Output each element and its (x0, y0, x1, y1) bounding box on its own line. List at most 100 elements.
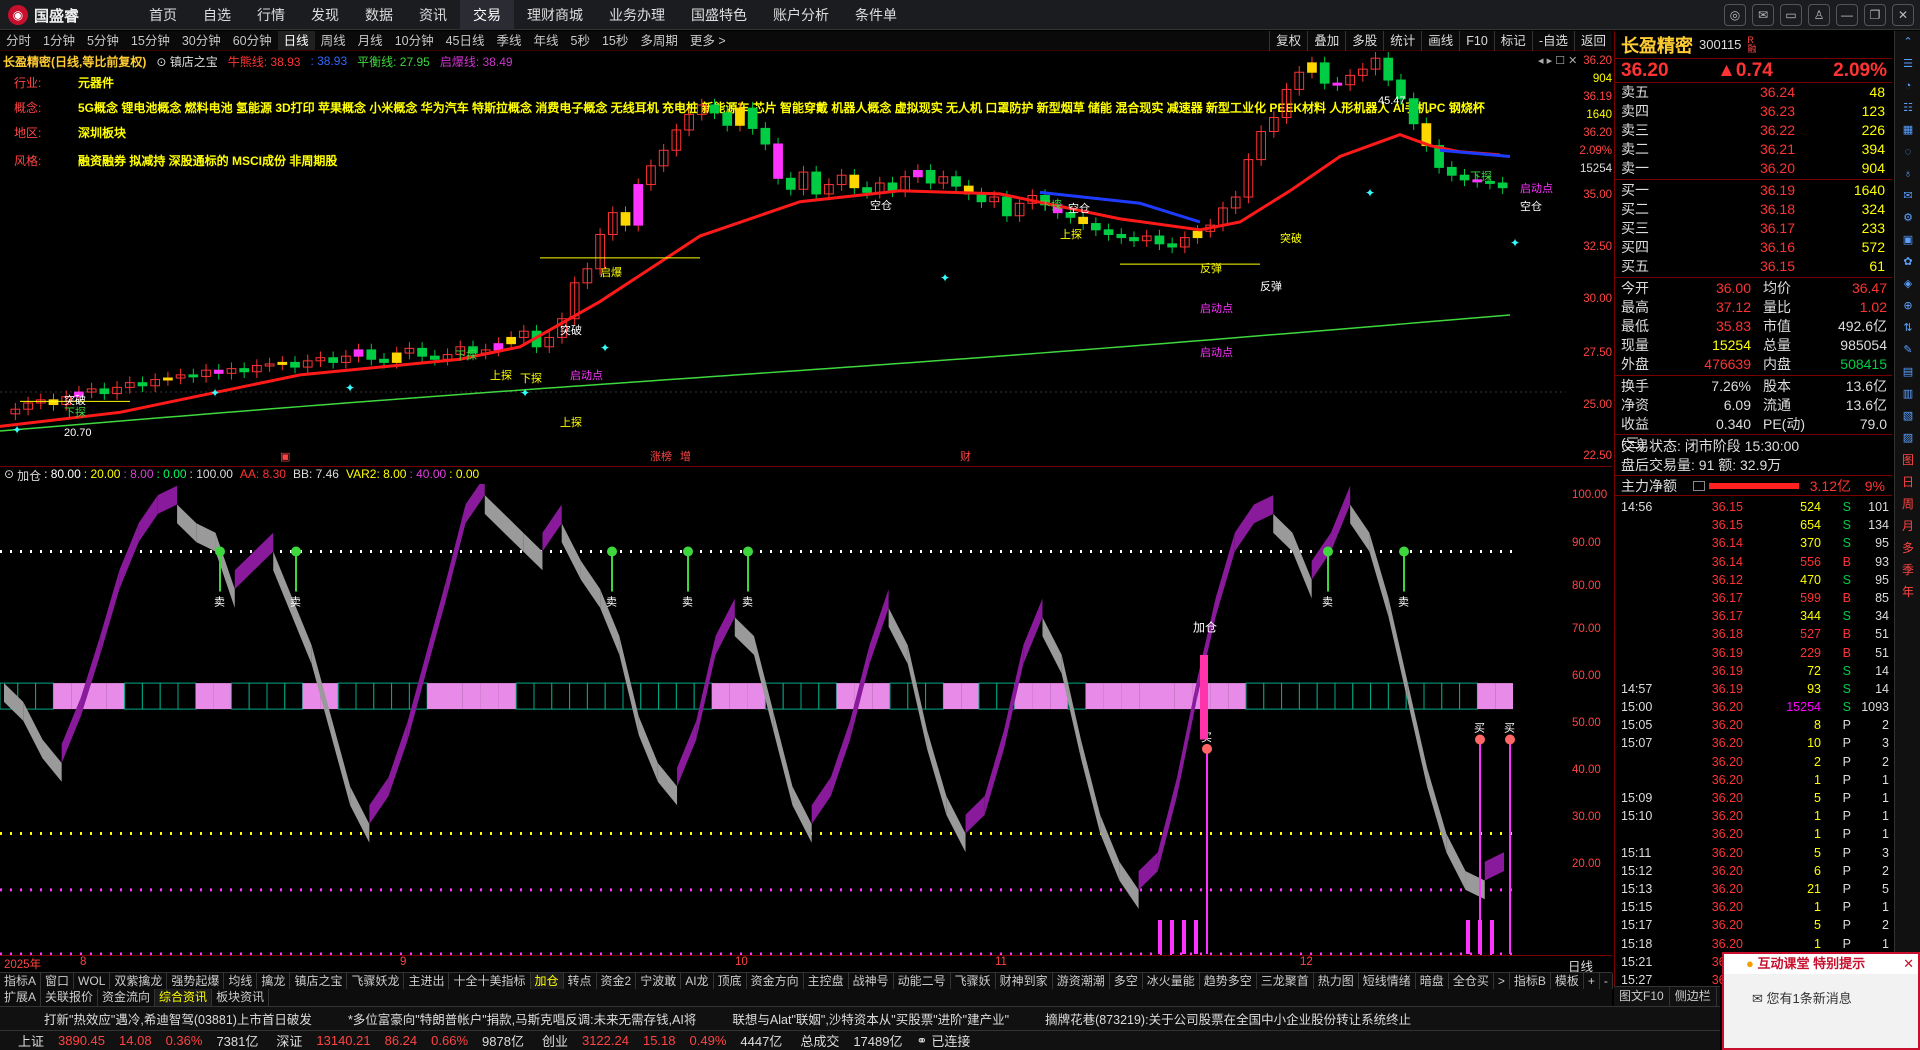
restore-icon[interactable]: ❐ (1864, 4, 1886, 26)
menu-item-2[interactable]: 行情 (244, 0, 298, 30)
sidebar-item-0[interactable]: 图 (1895, 449, 1920, 471)
sidebar-icon[interactable]: ⊕ (1895, 295, 1920, 317)
indicator-tab-6[interactable]: 擒龙 (257, 973, 291, 989)
indicator-tab-35[interactable]: + (1584, 973, 1600, 989)
sidebar-icon[interactable]: ▥ (1895, 383, 1920, 405)
sidebar-icon[interactable]: ▨ (1895, 427, 1920, 449)
menu-item-7[interactable]: 理财商城 (514, 0, 596, 30)
right-tab-0[interactable]: 图文F10 (1614, 987, 1670, 1006)
notice-popup[interactable]: ● 互动课堂 特别提示 ✕ ✉ 您有1条新消息 (1722, 952, 1920, 1050)
sidebar-icon[interactable]: ✎ (1895, 339, 1920, 361)
indicator-tab-29[interactable]: 短线情绪 (1359, 973, 1416, 989)
right-tab-1[interactable]: 侧边栏 (1670, 987, 1717, 1006)
indicator-tab-21[interactable]: 飞骤妖 (951, 973, 996, 989)
info-tab-1[interactable]: 关联报价 (41, 989, 99, 1006)
indicator-tab-14[interactable]: 宁波敢 (636, 973, 682, 989)
toolbar-btn-0[interactable]: 复权 (1269, 31, 1307, 51)
indicator-tab-27[interactable]: 三龙聚首 (1257, 973, 1314, 989)
toolbar-btn-5[interactable]: F10 (1459, 31, 1494, 51)
indicator-tab-20[interactable]: 动能二号 (894, 973, 951, 989)
indicator-tab-18[interactable]: 主控盘 (804, 973, 849, 989)
indicator-tab-32[interactable]: > (1494, 973, 1510, 989)
indicator-tab-19[interactable]: 战神号 (849, 973, 894, 989)
sidebar-icon[interactable]: ⚙ (1895, 207, 1920, 229)
period-8[interactable]: 月线 (352, 31, 389, 50)
sidebar-icon[interactable]: ☷ (1895, 97, 1920, 119)
indicator-tab-24[interactable]: 多空 (1110, 973, 1143, 989)
sh-label[interactable]: 上证 (18, 1031, 44, 1050)
close-icon[interactable]: ✕ (1892, 4, 1914, 26)
indicator-tab-22[interactable]: 财神到家 (996, 973, 1053, 989)
indicator-tab-15[interactable]: AI龙 (681, 973, 714, 989)
quote-level[interactable]: 买二 36.18 324 (1615, 200, 1892, 219)
indicator-tab-25[interactable]: 冰火量能 (1143, 973, 1200, 989)
sidebar-icon[interactable]: ◌ (1895, 141, 1920, 163)
osc-settings-icon[interactable]: ⊙ (4, 467, 14, 483)
indicator-tab-33[interactable]: 指标B (1510, 973, 1551, 989)
menu-item-3[interactable]: 发现 (298, 0, 352, 30)
sidebar-icon[interactable]: ▦ (1895, 119, 1920, 141)
app-logo[interactable]: ◉ 国盛睿 (8, 4, 79, 26)
skin-icon[interactable]: ▭ (1780, 4, 1802, 26)
sidebar-icon[interactable]: ◈ (1895, 273, 1920, 295)
period-7[interactable]: 周线 (315, 31, 352, 50)
news-item[interactable]: 联想与Alat"联姻",沙特资本从"买股票"进阶"建产业" (732, 1009, 1009, 1028)
quote-level[interactable]: 卖五 36.24 48 (1615, 83, 1892, 102)
indicator-tab-31[interactable]: 全仓买 (1449, 973, 1494, 989)
oscillator-chart[interactable]: 卖卖卖卖卖卖卖买买买加仓 (0, 484, 1612, 956)
indicator-tab-0[interactable]: 指标A (0, 973, 42, 989)
indicator-tab-13[interactable]: 资金2 (597, 973, 637, 989)
indicator-tab-36[interactable]: - (1600, 973, 1613, 989)
toolbar-btn-2[interactable]: 多股 (1345, 31, 1383, 51)
menu-item-1[interactable]: 自选 (190, 0, 244, 30)
indicator-tab-34[interactable]: 模板 (1551, 973, 1584, 989)
period-5[interactable]: 60分钟 (227, 31, 278, 50)
net-flow-toggle-icon[interactable] (1693, 480, 1705, 491)
period-2[interactable]: 5分钟 (81, 31, 125, 50)
indicator-tab-11[interactable]: 加仓 (530, 973, 564, 989)
quote-level[interactable]: 买一 36.19 1640 (1615, 181, 1892, 200)
period-9[interactable]: 10分钟 (389, 31, 440, 50)
info-tab-4[interactable]: 板块资讯 (212, 989, 270, 1006)
news-item[interactable]: *多位富豪向"特朗普帐户"捐款,马斯克唱反调:未来无需存钱,AI将 (348, 1009, 696, 1028)
close-icon[interactable]: ✕ (1903, 956, 1914, 972)
indicator-tab-1[interactable]: 窗口 (41, 973, 75, 989)
news-item[interactable]: 摘牌花巷(873219):关于公司股票在全国中小企业股份转让系统终止 (1045, 1009, 1411, 1028)
sidebar-icon[interactable]: ▣ (1895, 229, 1920, 251)
sidebar-icon[interactable]: ✿ (1895, 251, 1920, 273)
sidebar-icon[interactable]: ☰ (1895, 53, 1920, 75)
menu-item-4[interactable]: 数据 (352, 0, 406, 30)
sidebar-item-6[interactable]: 年 (1895, 581, 1920, 603)
toolbar-btn-4[interactable]: 画线 (1421, 31, 1459, 51)
toolbar-btn-7[interactable]: -自选 (1531, 31, 1574, 51)
indicator-tab-2[interactable]: WOL (74, 973, 111, 989)
cy-label[interactable]: 创业 (542, 1031, 568, 1050)
news-ticker[interactable]: 打新"热效应"遇冷,希迪智驾(03881)上市首日破发 *多位富豪向"特朗普帐户"… (0, 1006, 1720, 1030)
info-tab-0[interactable]: 扩展A (0, 989, 42, 1006)
menu-item-8[interactable]: 业务办理 (596, 0, 678, 30)
menu-item-0[interactable]: 首页 (136, 0, 190, 30)
indicator-tab-28[interactable]: 热力图 (1314, 973, 1359, 989)
menu-item-6[interactable]: 交易 (460, 0, 514, 30)
indicator-tab-30[interactable]: 暗盘 (1416, 973, 1449, 989)
notice-body[interactable]: ✉ 您有1条新消息 (1724, 974, 1918, 1007)
period-6[interactable]: 日线 (277, 31, 315, 50)
period-13[interactable]: 5秒 (565, 31, 596, 50)
sidebar-icon[interactable]: ◔ (1895, 75, 1920, 97)
quote-level[interactable]: 卖二 36.21 394 (1615, 140, 1892, 159)
menu-item-5[interactable]: 资讯 (406, 0, 460, 30)
indicator-tab-9[interactable]: 主进出 (404, 973, 450, 989)
sidebar-item-2[interactable]: 周 (1895, 493, 1920, 515)
sidebar-icon[interactable]: ▧ (1895, 405, 1920, 427)
sidebar-item-1[interactable]: 日 (1895, 471, 1920, 493)
indicator-tab-17[interactable]: 资金方向 (747, 973, 804, 989)
period-10[interactable]: 45日线 (440, 31, 491, 50)
indicator-tab-4[interactable]: 强势起爆 (167, 973, 225, 989)
sidebar-icon[interactable]: ⌃ (1895, 31, 1920, 53)
indicator-tab-3[interactable]: 双紫擒龙 (110, 973, 168, 989)
sidebar-item-4[interactable]: 多 (1895, 537, 1920, 559)
period-0[interactable]: 分时 (0, 31, 37, 50)
indicator-tab-8[interactable]: 飞骤妖龙 (347, 973, 405, 989)
sidebar-icon[interactable]: ▤ (1895, 361, 1920, 383)
quote-level[interactable]: 买四 36.16 572 (1615, 238, 1892, 257)
